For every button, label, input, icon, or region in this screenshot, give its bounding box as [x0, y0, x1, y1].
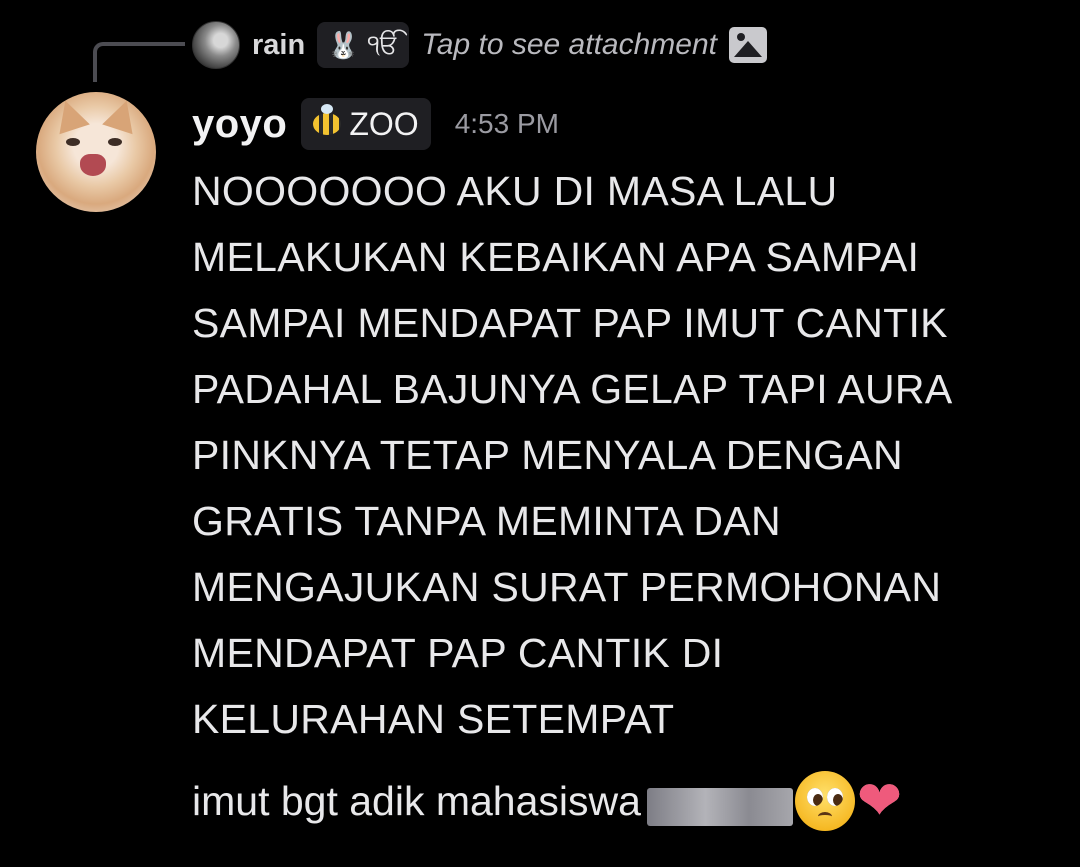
bee-icon	[313, 104, 342, 135]
follow-up-text: imut bgt adik mahasiswa	[192, 777, 641, 824]
author-tag[interactable]: ZOO	[301, 98, 431, 150]
message-line: MELAKUKAN KEBAIKAN APA SAMPAI	[192, 234, 920, 280]
reply-preview[interactable]: rain 🐰 ੴ Tap to see attachment	[192, 20, 767, 70]
author-avatar[interactable]	[36, 92, 156, 212]
reply-tag-text: ੴ	[367, 29, 400, 59]
image-icon	[728, 27, 767, 63]
cat-eye-right	[108, 138, 122, 146]
emoji-mouth	[817, 812, 832, 821]
message-body[interactable]: NOOOOOOO AKU DI MASA LALU MELAKUKAN KEBA…	[192, 158, 1052, 752]
message-timestamp: 4:53 PM	[454, 108, 559, 139]
message-line: NOOOOOOO AKU DI MASA LALU	[192, 168, 838, 214]
message-line: MENGAJUKAN SURAT PERMOHONAN	[192, 564, 942, 610]
bunny-icon: 🐰	[327, 29, 360, 60]
pleading-face-emoji	[794, 771, 855, 831]
emoji-eye-right	[826, 788, 843, 806]
reply-snippet[interactable]: Tap to see attachment	[421, 28, 717, 62]
cat-eye-left	[66, 138, 80, 146]
redacted-text	[646, 788, 793, 826]
message-line: PADAHAL BAJUNYA GELAP TAPI AURA	[192, 366, 953, 412]
author-tag-text: ZOO	[349, 105, 419, 142]
emoji-eye-left	[806, 788, 823, 806]
reply-username[interactable]: rain	[252, 29, 305, 62]
cat-ear-left	[50, 95, 90, 135]
cat-ear-right	[102, 95, 142, 135]
message-line: SAMPAI MENDAPAT PAP IMUT CANTIK	[192, 300, 948, 346]
reply-avatar[interactable]	[192, 21, 240, 69]
pink-heart-emoji: ❤	[856, 771, 903, 831]
message-line: GRATIS TANPA MEMINTA DAN	[192, 498, 781, 544]
message-line: PINKNYA TETAP MENYALA DENGAN	[192, 432, 903, 478]
author-username[interactable]: yoyo	[192, 102, 287, 147]
message-header: yoyo ZOO 4:53 PM	[192, 98, 559, 150]
reply-user-tag[interactable]: 🐰 ੴ	[317, 22, 410, 68]
message-line: KELURAHAN SETEMPAT	[192, 696, 675, 742]
message-line: MENDAPAT PAP CANTIK DI	[192, 630, 724, 676]
follow-up-message[interactable]: imut bgt adik mahasiswa ❤	[192, 768, 902, 834]
cat-mouth	[80, 154, 106, 176]
reply-connector-line	[93, 42, 185, 82]
